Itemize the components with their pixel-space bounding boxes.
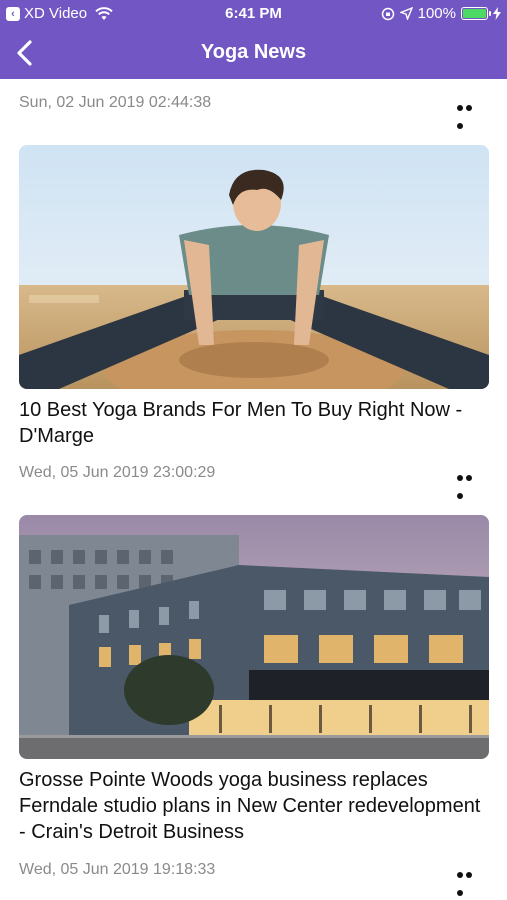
status-right: 100% [381, 5, 501, 22]
battery-icon [461, 7, 491, 20]
article-date: Sun, 02 Jun 2019 02:44:38 [19, 94, 212, 111]
more-options-icon[interactable] [457, 865, 483, 896]
battery-percent: 100% [417, 5, 456, 22]
nav-bar: Yoga News [0, 28, 507, 79]
article-meta: Wed, 05 Jun 2019 23:00:29 [19, 460, 489, 499]
page-title: Yoga News [200, 41, 307, 63]
article-date: Wed, 05 Jun 2019 19:18:33 [19, 861, 216, 878]
man-yoga-pose-photo [19, 145, 489, 389]
battery-fill [463, 9, 486, 18]
article-meta: Wed, 05 Jun 2019 19:18:33 [19, 857, 489, 896]
article-title[interactable]: 10 Best Yoga Brands For Men To Buy Right… [19, 397, 489, 449]
status-bar: ‹ XD Video 6:41 PM 100% [0, 0, 507, 28]
article-title[interactable]: Grosse Pointe Woods yoga business replac… [19, 767, 489, 845]
article-image-building[interactable] [19, 515, 489, 759]
article-date: Wed, 05 Jun 2019 23:00:29 [19, 464, 216, 481]
rotation-lock-icon [381, 7, 394, 20]
charging-bolt-icon [493, 7, 501, 20]
more-options-icon[interactable] [457, 98, 483, 129]
location-arrow-icon [399, 7, 413, 20]
city-building-photo [19, 515, 489, 759]
article-image-yoga-man[interactable] [19, 145, 489, 389]
more-options-icon[interactable] [457, 468, 483, 499]
article-meta-top: Sun, 02 Jun 2019 02:44:38 [19, 90, 489, 129]
